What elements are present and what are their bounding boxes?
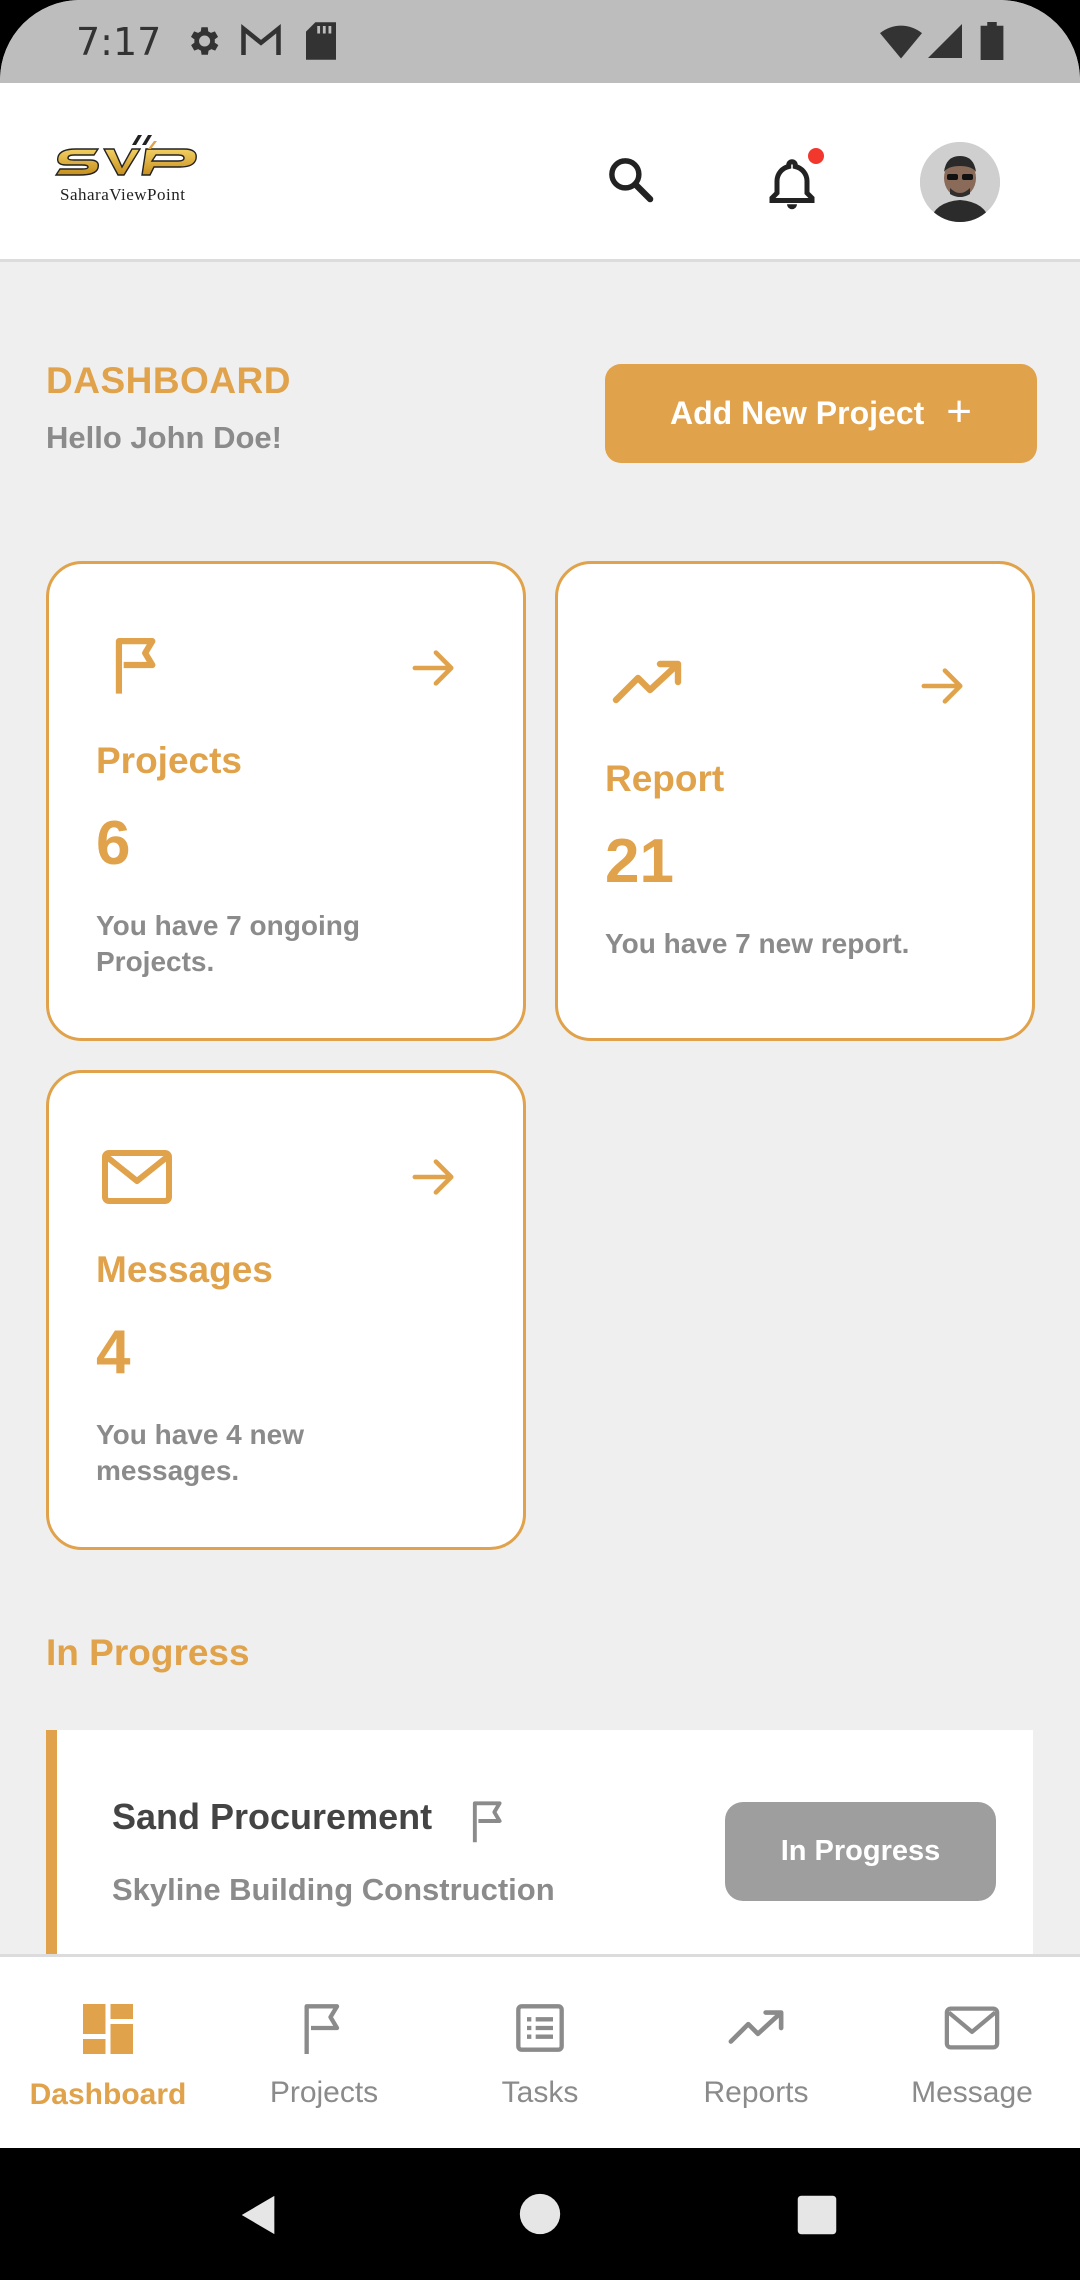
settings-icon <box>184 22 222 65</box>
nav-item-reports[interactable]: Reports <box>648 1957 864 2148</box>
nav-label-projects: Projects <box>269 2076 379 2109</box>
signal-icon <box>928 22 962 65</box>
bottom-navigation: Dashboard Projects Tasks Reports Message <box>0 1954 1080 2148</box>
report-count: 21 <box>605 827 674 896</box>
flag-icon <box>298 1999 350 2062</box>
in-progress-heading: In Progress <box>46 1632 250 1673</box>
report-description: You have 7 new report. <box>605 928 910 959</box>
task-project-name: Skyline Building Construction <box>112 1872 555 1907</box>
projects-card-title: Projects <box>96 740 243 781</box>
nav-item-dashboard[interactable]: Dashboard <box>0 1957 216 2148</box>
messages-card[interactable]: Messages 4 You have 4 new messages. <box>46 1070 526 1550</box>
messages-count: 4 <box>96 1318 131 1387</box>
nav-label-message: Message <box>911 2076 1033 2109</box>
page-title: DASHBOARD <box>46 360 291 401</box>
back-icon[interactable] <box>236 2192 282 2243</box>
nav-item-message[interactable]: Message <box>864 1957 1080 2148</box>
projects-description: You have 7 ongoing Projects. <box>96 910 360 977</box>
svp-logo[interactable]: SaharaViewPoint <box>54 135 214 205</box>
trending-up-icon <box>727 1999 785 2062</box>
nav-item-projects[interactable]: Projects <box>216 1957 432 2148</box>
plus-icon: + <box>946 386 972 436</box>
messages-description: You have 4 new messages. <box>96 1419 304 1486</box>
gmail-icon <box>240 22 282 65</box>
app-bar: SaharaViewPoint <box>0 83 1080 262</box>
arrow-right-icon[interactable] <box>411 1157 457 1202</box>
nav-item-tasks[interactable]: Tasks <box>432 1957 648 2148</box>
projects-count: 6 <box>96 809 131 878</box>
nav-label-dashboard: Dashboard <box>29 2078 187 2111</box>
add-new-project-button[interactable]: Add New Project + <box>605 364 1037 463</box>
sd-card-icon <box>306 22 336 65</box>
recents-icon[interactable] <box>796 2194 838 2241</box>
dashboard-icon <box>78 1999 138 2064</box>
avatar[interactable] <box>920 142 1000 222</box>
add-new-project-label: Add New Project <box>670 395 925 431</box>
trending-up-icon <box>612 660 684 709</box>
app-screen: 7:17 SaharaViewPoint DASHBOARD Hello Joh… <box>0 0 1080 2280</box>
list-item[interactable]: Sand Procurement Skyline Building Constr… <box>46 1730 1033 1960</box>
messages-card-title: Messages <box>96 1249 273 1290</box>
flag-icon <box>109 634 167 701</box>
status-time: 7:17 <box>76 20 162 64</box>
nav-label-reports: Reports <box>703 2076 809 2109</box>
status-badge[interactable]: In Progress <box>725 1802 996 1901</box>
wifi-icon <box>880 22 922 65</box>
logo-subtitle: SaharaViewPoint <box>60 185 186 204</box>
report-card-title: Report <box>605 758 725 799</box>
arrow-right-icon[interactable] <box>920 666 966 711</box>
flag-icon <box>467 1798 511 1849</box>
home-icon[interactable] <box>518 2192 562 2241</box>
nav-label-tasks: Tasks <box>501 2076 579 2109</box>
projects-card[interactable]: Projects 6 You have 7 ongoing Projects. <box>46 561 526 1041</box>
arrow-right-icon[interactable] <box>411 648 457 693</box>
report-card[interactable]: Report 21 You have 7 new report. <box>555 561 1035 1041</box>
system-navigation-bar <box>0 2148 1080 2280</box>
battery-icon <box>980 22 1004 65</box>
notification-badge <box>808 148 824 164</box>
status-bar: 7:17 <box>0 0 1080 83</box>
mail-icon <box>101 1149 173 1210</box>
greeting-text: Hello John Doe! <box>46 420 282 455</box>
search-icon[interactable] <box>604 153 658 212</box>
list-icon <box>514 1999 566 2062</box>
mail-icon <box>943 1999 1001 2062</box>
task-name: Sand Procurement <box>112 1796 433 1837</box>
